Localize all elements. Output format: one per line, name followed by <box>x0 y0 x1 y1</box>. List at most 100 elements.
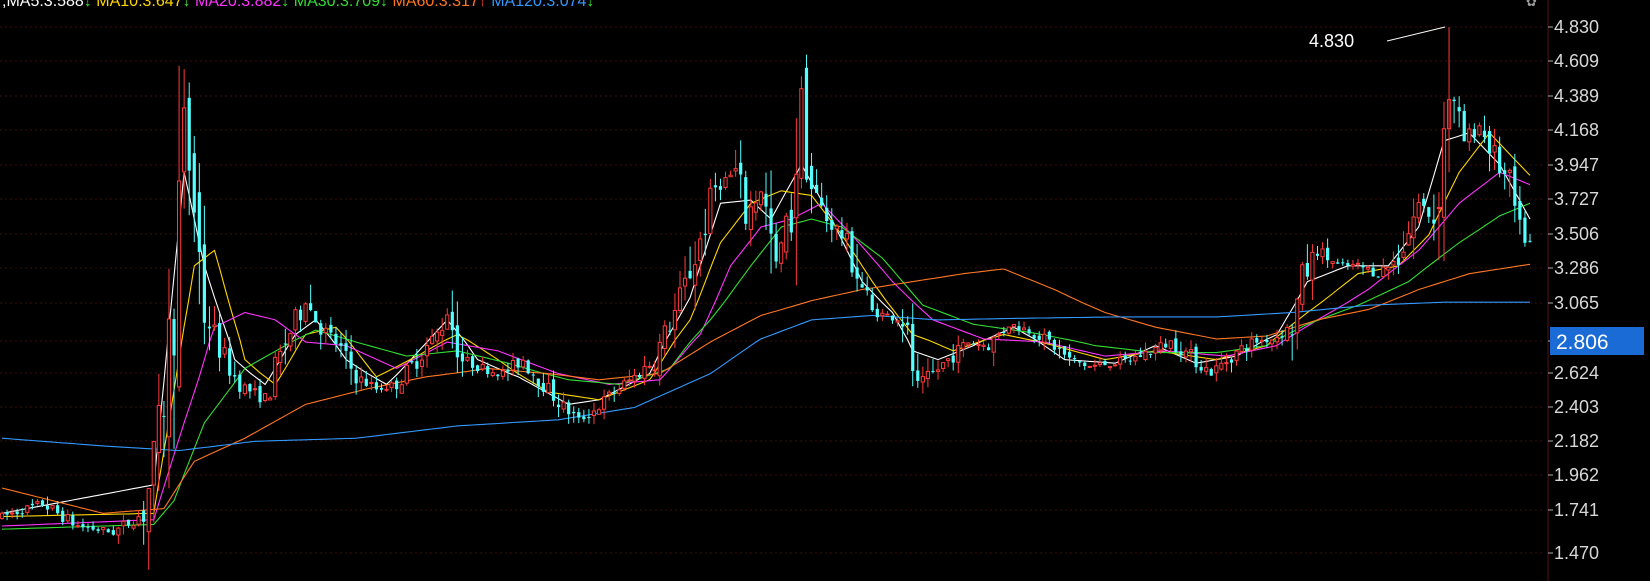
candle-body-129 <box>652 369 657 372</box>
legend-arrow-0: ↓ <box>84 0 96 10</box>
y-tick-label-3: 4.168 <box>1554 120 1599 140</box>
candle-body-268 <box>1355 262 1361 265</box>
candle-body-216 <box>1092 364 1097 367</box>
candle-body-302 <box>1528 240 1532 242</box>
candle-body-231 <box>1168 340 1173 349</box>
candle-body-135 <box>682 277 688 287</box>
candle-body-266 <box>1346 263 1350 266</box>
candle-body-132 <box>668 330 672 332</box>
candle-body-227 <box>1148 353 1153 355</box>
candle-body-49 <box>248 383 252 392</box>
candle-body-232 <box>1174 338 1178 352</box>
candle-body-34 <box>172 319 176 356</box>
candle-body-253 <box>1280 336 1284 338</box>
candle-body-255 <box>1290 334 1294 336</box>
candle-body-223 <box>1128 360 1132 362</box>
candle-body-77 <box>389 382 394 389</box>
candle-body-162 <box>820 197 824 206</box>
candle-body-222 <box>1123 355 1127 359</box>
candle-body-66 <box>334 333 338 344</box>
candle-body-153 <box>774 233 778 262</box>
candle-body-178 <box>901 324 905 327</box>
candle-body-83 <box>419 359 425 367</box>
candle-body-163 <box>825 207 829 222</box>
candle-body-70 <box>354 370 358 384</box>
candle-body-300 <box>1518 201 1522 220</box>
candle-body-142 <box>718 186 723 190</box>
y-tick-label-14: 1.741 <box>1554 500 1599 520</box>
candle-body-210 <box>1062 346 1067 355</box>
candle-body-238 <box>1204 367 1209 372</box>
candle-body-294 <box>1487 131 1492 154</box>
candle-body-296 <box>1498 146 1502 174</box>
candle-body-244 <box>1234 350 1239 361</box>
candle-body-96 <box>486 366 490 375</box>
candle-body-72 <box>364 378 368 386</box>
candle-body-65 <box>329 324 333 333</box>
candle-body-263 <box>1330 261 1335 265</box>
candle-body-78 <box>395 380 399 390</box>
candle-body-36 <box>182 107 187 173</box>
candle-body-160 <box>809 165 814 190</box>
candle-body-278 <box>1406 233 1411 246</box>
y-tick-label-2: 4.389 <box>1554 86 1599 106</box>
candle-body-13 <box>65 514 70 522</box>
candle-body-99 <box>500 370 506 377</box>
settings-gear-icon[interactable]: ✿ <box>1526 0 1537 9</box>
candle-body-51 <box>258 386 262 403</box>
candle-body-284 <box>1436 207 1442 210</box>
candle-body-236 <box>1194 346 1198 368</box>
candle-body-55 <box>278 350 283 364</box>
candle-body-33 <box>166 318 172 438</box>
candle-body-108 <box>546 382 551 394</box>
candle-body-206 <box>1042 333 1047 343</box>
candle-body-291 <box>1472 129 1476 138</box>
candle-body-131 <box>662 325 667 349</box>
candle-body-31 <box>156 404 161 453</box>
candle-body-279 <box>1411 216 1416 239</box>
candle-body-92 <box>465 356 470 361</box>
candle-body-48 <box>242 384 247 395</box>
candle-body-200 <box>1011 323 1017 328</box>
candle-body-191 <box>966 342 971 346</box>
candle-body-175 <box>885 313 890 316</box>
candle-body-203 <box>1027 329 1031 334</box>
candle-body-248 <box>1255 338 1259 343</box>
candle-body-82 <box>415 361 419 369</box>
candle-body-169 <box>855 267 859 279</box>
candle-body-40 <box>202 244 206 323</box>
candle-body-229 <box>1158 342 1163 351</box>
candle-body-3 <box>15 511 19 515</box>
candle-body-120 <box>607 391 612 395</box>
candle-body-228 <box>1153 346 1158 354</box>
candle-body-113 <box>572 411 576 414</box>
candle-body-194 <box>981 344 986 347</box>
candle-body-121 <box>612 392 616 394</box>
candle-body-14 <box>71 515 75 526</box>
candle-body-37 <box>187 97 191 171</box>
candle-body-241 <box>1219 362 1224 370</box>
candle-body-258 <box>1305 262 1309 277</box>
candle-body-188 <box>951 355 955 363</box>
candle-body-174 <box>880 312 885 317</box>
ma-legend: ,MA5:3.588↓ MA10:3.647↓ MA20:3.882↓ MA30… <box>2 0 594 10</box>
candle-body-38 <box>192 153 196 213</box>
candle-body-249 <box>1259 339 1264 343</box>
candle-body-89 <box>450 311 454 331</box>
y-tick-label-4: 3.947 <box>1554 155 1599 175</box>
candle-body-24 <box>121 520 126 527</box>
candle-body-86 <box>435 331 440 342</box>
legend-arrow-5: ↓ <box>586 0 594 10</box>
candle-body-74 <box>374 382 379 390</box>
candle-body-84 <box>424 345 430 357</box>
candle-body-251 <box>1269 339 1275 345</box>
legend-item-2: MA20:3.882 <box>195 0 281 10</box>
candle-body-116 <box>587 417 591 419</box>
candle-body-288 <box>1457 107 1461 112</box>
candle-body-22 <box>111 530 115 535</box>
candle-body-270 <box>1365 266 1371 270</box>
y-tick-label-8: 3.065 <box>1554 293 1599 313</box>
candle-body-159 <box>804 67 809 180</box>
candle-body-71 <box>359 376 364 383</box>
candle-body-287 <box>1452 99 1456 102</box>
